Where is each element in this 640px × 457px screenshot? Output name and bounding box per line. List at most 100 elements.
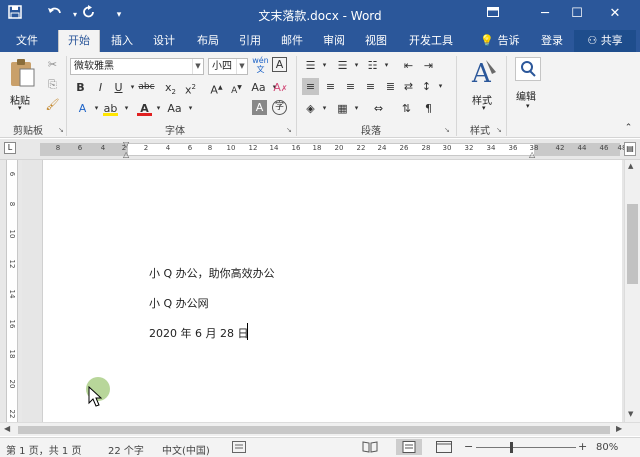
page-count[interactable]: 第 1 页，共 1 页 — [6, 442, 81, 457]
change-case-icon[interactable]: Aa — [250, 79, 267, 96]
bold-icon[interactable]: B — [72, 79, 89, 96]
increase-indent-icon[interactable]: ⇥ — [420, 57, 437, 74]
tab-developer[interactable]: 开发工具 — [402, 30, 460, 52]
zoom-in-icon[interactable]: + — [578, 440, 587, 453]
minimize-icon[interactable]: ─ — [530, 0, 560, 28]
clear-formatting-icon[interactable]: A✗ — [272, 79, 289, 96]
zoom-out-icon[interactable]: − — [464, 440, 473, 453]
editing-button[interactable]: 编辑 ▾ — [512, 56, 546, 116]
macro-record-icon[interactable] — [232, 441, 246, 456]
copy-icon[interactable]: ⎘ — [44, 76, 61, 93]
shading-dropdown-icon[interactable]: ▾ — [316, 100, 333, 117]
line-spacing-dropdown-icon[interactable]: ▾ — [432, 78, 449, 95]
strikethrough-icon[interactable]: abc — [138, 79, 155, 96]
paragraph-launcher-icon[interactable]: ↘ — [444, 126, 452, 134]
word-count[interactable]: 22 个字 — [108, 442, 144, 457]
tab-layout[interactable]: 布局 — [190, 30, 226, 52]
decrease-indent-icon[interactable]: ⇤ — [400, 57, 417, 74]
tab-selector[interactable]: L — [4, 142, 16, 154]
scroll-down-icon[interactable]: ▼ — [628, 410, 633, 418]
scroll-right-icon[interactable]: ▶ — [616, 424, 622, 433]
bullets-dropdown-icon[interactable]: ▾ — [316, 57, 333, 74]
font-launcher-icon[interactable]: ↘ — [286, 126, 294, 134]
tab-review[interactable]: 审阅 — [316, 30, 352, 52]
justify-icon[interactable]: ≡ — [362, 78, 379, 95]
change-case-dropdown-icon[interactable]: ▾ — [182, 100, 199, 117]
vertical-scrollbar[interactable]: ▲ ▼ — [624, 160, 640, 422]
first-line-indent-marker[interactable]: ▽ — [123, 140, 129, 149]
print-layout-icon[interactable] — [396, 439, 422, 455]
scroll-left-icon[interactable]: ◀ — [4, 424, 10, 433]
document-line[interactable]: 小 Q 办公网 — [149, 295, 209, 311]
text-direction-icon[interactable]: ⇄ — [400, 78, 417, 95]
font-name-combo[interactable]: 微软雅黑 ▼ — [70, 58, 204, 75]
borders-dropdown-icon[interactable]: ▾ — [348, 100, 365, 117]
ribbon-divider — [296, 56, 297, 136]
multilevel-dropdown-icon[interactable]: ▾ — [378, 57, 395, 74]
right-indent-marker[interactable]: △ — [529, 150, 535, 159]
styles-button[interactable]: A 样式 ▾ — [466, 56, 506, 116]
font-size-combo[interactable]: 小四 ▼ — [208, 58, 248, 75]
subscript-icon[interactable]: x2 — [162, 79, 179, 96]
shrink-font-icon[interactable]: A▼ — [228, 79, 245, 96]
document-page[interactable]: 小 Q 办公，助你高效办公 小 Q 办公网 2020 年 6 月 28 日 — [42, 160, 622, 422]
ribbon-display-icon[interactable] — [478, 0, 508, 28]
signin-link[interactable]: 登录 — [536, 30, 568, 52]
sort-icon[interactable]: ⇅ — [398, 100, 415, 117]
scroll-up-icon[interactable]: ▲ — [628, 162, 633, 170]
ruler-toggle-icon[interactable]: ▤ — [624, 142, 636, 156]
cut-icon[interactable]: ✂ — [44, 56, 61, 73]
character-border-icon[interactable]: A — [272, 57, 287, 72]
read-mode-icon[interactable] — [362, 441, 378, 456]
tab-mailings[interactable]: 邮件 — [274, 30, 310, 52]
collapse-ribbon-icon[interactable]: ⌃ — [620, 120, 637, 137]
tell-me-search[interactable]: 💡 告诉我... — [470, 30, 530, 69]
character-shading-icon[interactable]: A — [252, 100, 267, 115]
tab-design[interactable]: 设计 — [146, 30, 182, 52]
scroll-thumb[interactable] — [18, 426, 610, 434]
align-left-icon[interactable]: ≡ — [302, 78, 319, 95]
highlight-icon[interactable]: ab — [102, 100, 119, 117]
document-line[interactable]: 2020 年 6 月 28 日 — [149, 325, 248, 341]
zoom-slider-track[interactable] — [476, 447, 576, 448]
hanging-indent-marker[interactable]: △ — [123, 150, 129, 159]
tab-home[interactable]: 开始 — [58, 30, 100, 52]
align-right-icon[interactable]: ≡ — [342, 78, 359, 95]
font-color-dropdown-icon[interactable]: ▾ — [150, 100, 167, 117]
highlight-dropdown-icon[interactable]: ▾ — [118, 100, 135, 117]
align-center-icon[interactable]: ≡ — [322, 78, 339, 95]
grow-font-icon[interactable]: A▲ — [208, 79, 225, 97]
phonetic-guide-icon[interactable]: wén 文 — [252, 56, 269, 74]
italic-icon[interactable]: I — [92, 79, 109, 96]
close-icon[interactable]: ✕ — [600, 0, 630, 28]
font-size-value: 小四 — [212, 61, 232, 72]
show-marks-icon[interactable]: ¶ — [420, 100, 437, 117]
zoom-slider-thumb[interactable] — [510, 442, 513, 453]
horizontal-scrollbar[interactable]: ◀ ▶ — [0, 422, 640, 436]
tab-view[interactable]: 视图 — [358, 30, 394, 52]
maximize-icon[interactable]: ☐ — [562, 0, 592, 28]
paste-dropdown-icon[interactable]: ▾ — [18, 104, 22, 112]
clipboard-group-label: 剪贴板 — [13, 126, 43, 137]
share-button[interactable]: ⚇ 共享 — [574, 30, 636, 52]
tab-insert[interactable]: 插入 — [104, 30, 140, 52]
search-icon — [515, 57, 541, 81]
enclose-characters-icon[interactable]: 字 — [272, 100, 287, 115]
change-case-icon[interactable]: Aa — [166, 100, 183, 117]
tab-references[interactable]: 引用 — [232, 30, 268, 52]
ruler-tick: 8 — [55, 144, 61, 152]
clipboard-launcher-icon[interactable]: ↘ — [58, 126, 66, 134]
chinese-layout-icon[interactable]: ⇔ — [370, 100, 387, 117]
tab-file[interactable]: 文件 — [8, 30, 46, 52]
format-painter-icon[interactable]: 🖌 — [44, 96, 61, 113]
web-layout-icon[interactable] — [436, 441, 452, 456]
styles-launcher-icon[interactable]: ↘ — [496, 126, 504, 134]
language[interactable]: 中文(中国) — [162, 442, 210, 457]
superscript-icon[interactable]: x2 — [182, 79, 199, 97]
paste-button[interactable]: 粘贴 ▾ — [8, 58, 38, 114]
scroll-thumb[interactable] — [627, 204, 638, 284]
distributed-icon[interactable]: ≣ — [382, 78, 399, 95]
document-line[interactable]: 小 Q 办公，助你高效办公 — [149, 265, 275, 281]
numbering-dropdown-icon[interactable]: ▾ — [348, 57, 365, 74]
zoom-level[interactable]: 80% — [596, 442, 618, 453]
